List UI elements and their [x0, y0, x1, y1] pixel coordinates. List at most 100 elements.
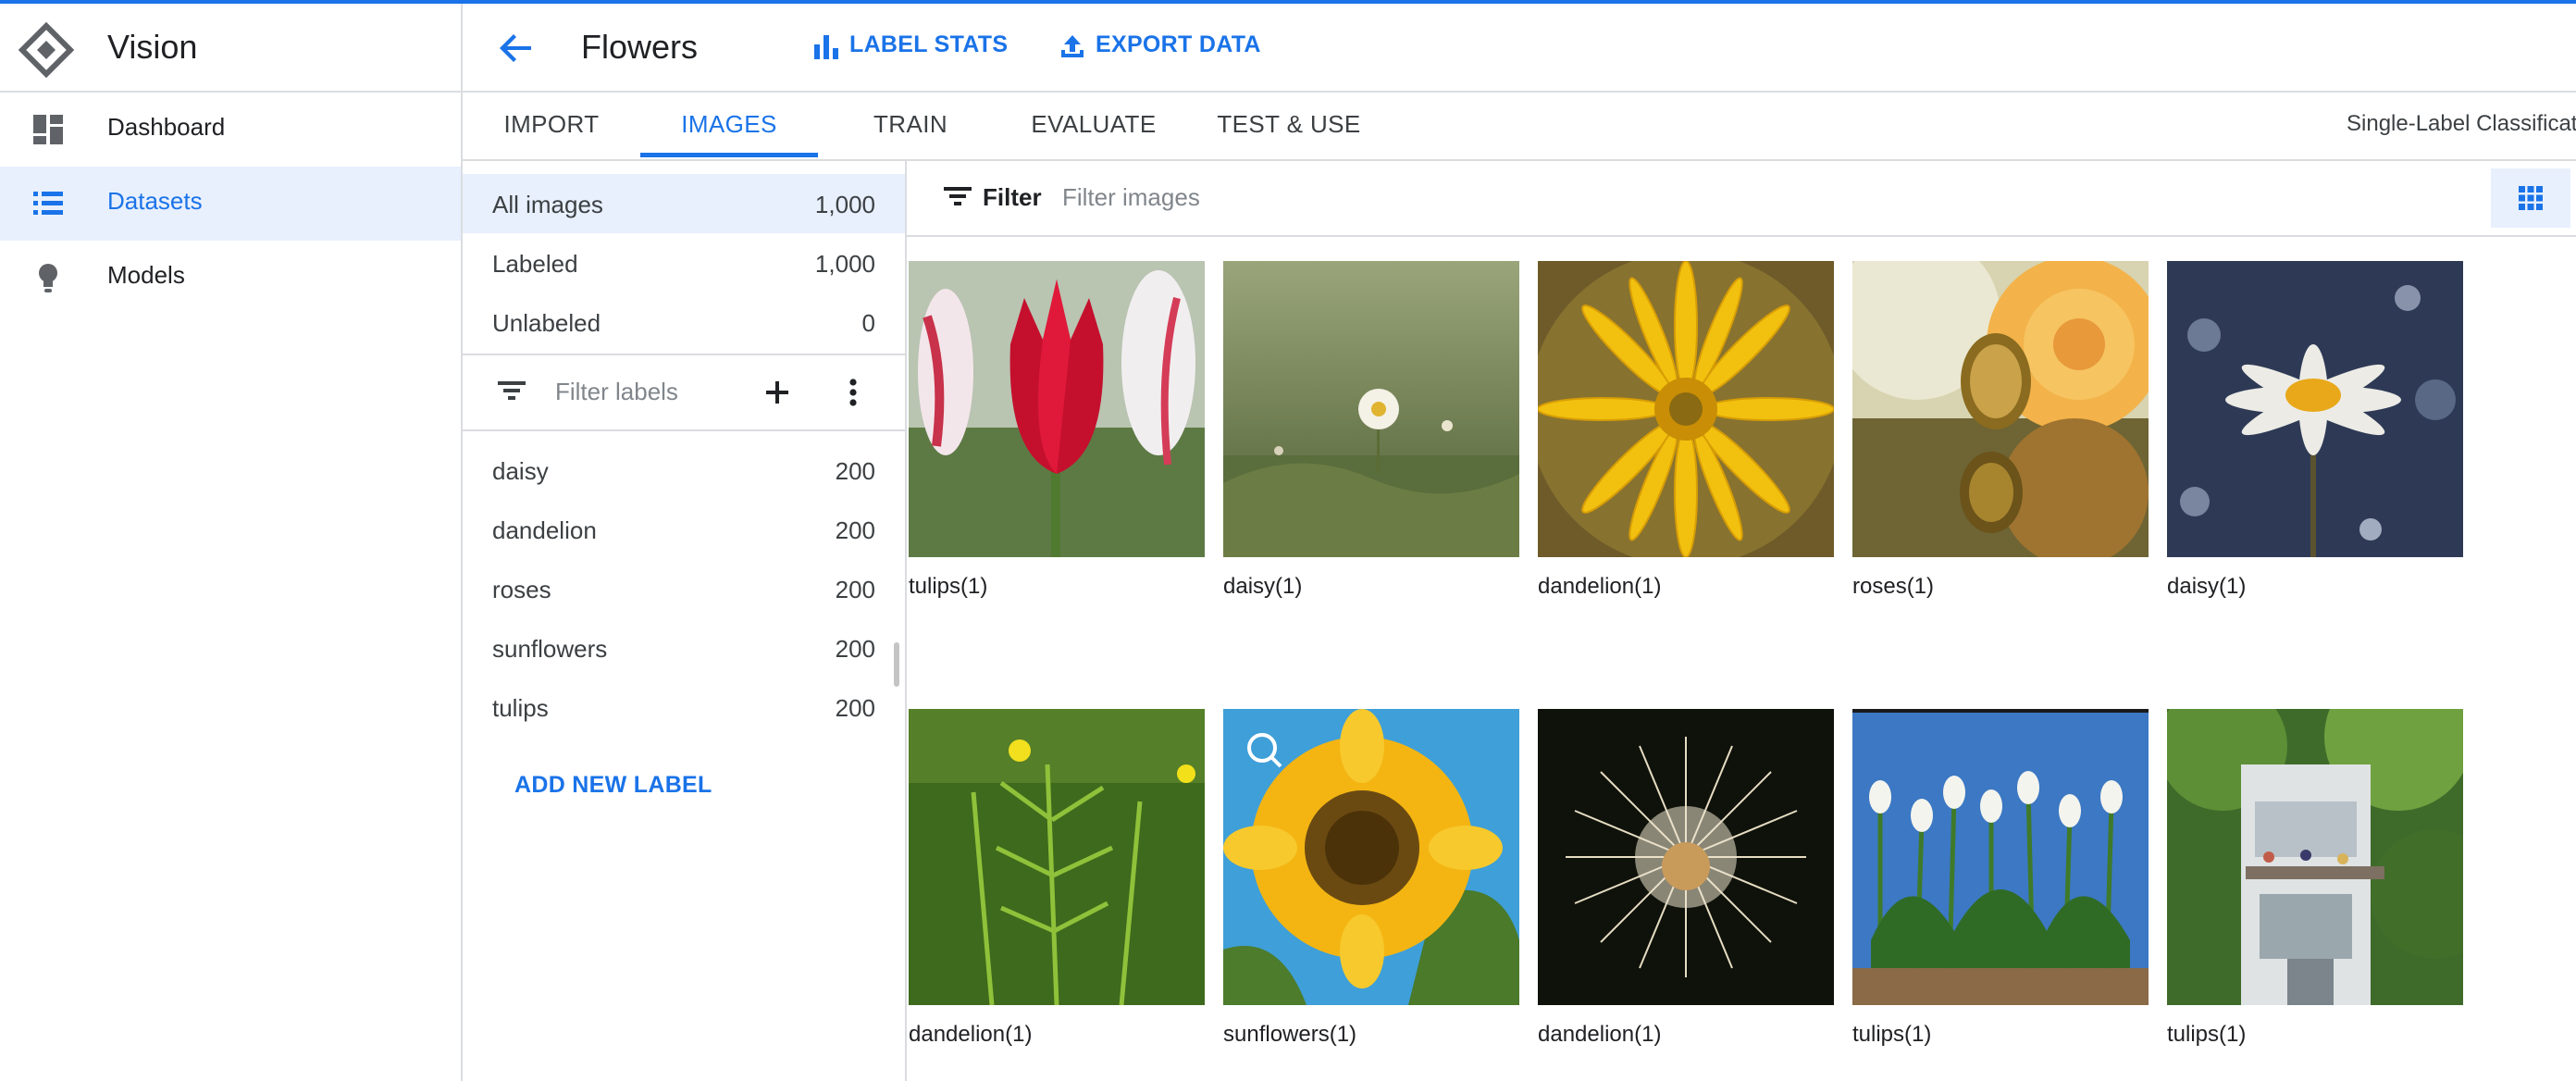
add-icon[interactable]: [761, 376, 794, 409]
image-thumbnail[interactable]: [909, 261, 1205, 557]
image-thumbnail[interactable]: [1223, 709, 1519, 1005]
left-navigation: Vision Dashboard Datasets Models: [0, 4, 463, 1081]
filter-count: 0: [861, 309, 875, 337]
image-thumbnail[interactable]: [1538, 261, 1834, 557]
dandelion-puff-photo: [1538, 709, 1834, 1005]
grid-view-button[interactable]: [2491, 168, 2570, 228]
label-count: 200: [835, 635, 875, 663]
label-name: roses: [492, 576, 551, 603]
image-tile[interactable]: daisy(1): [1223, 261, 1519, 600]
filter-all-images[interactable]: All images 1,000: [463, 174, 905, 233]
filter-labeled[interactable]: Labeled 1,000: [463, 233, 905, 292]
label-stats-label: LABEL STATS: [849, 31, 1009, 57]
image-tile[interactable]: dandelion(1): [1538, 709, 1834, 1048]
filter-count: 1,000: [814, 191, 875, 218]
add-new-label-button[interactable]: ADD NEW LABEL: [514, 772, 712, 799]
filter-panel: All images 1,000 Labeled 1,000 Unlabeled…: [463, 161, 907, 1081]
image-tile[interactable]: tulips(1): [1852, 709, 2149, 1048]
label-name: sunflowers: [492, 635, 608, 663]
label-item-dandelion[interactable]: dandelion 200: [463, 500, 905, 559]
back-arrow-icon[interactable]: [496, 28, 537, 68]
app-title: Vision: [107, 28, 198, 66]
yellow-rose-photo: [1852, 261, 2149, 557]
image-caption: sunflowers(1): [1223, 1022, 1357, 1047]
nav-item-datasets[interactable]: Datasets: [0, 167, 461, 241]
dataset-header: Flowers LABEL STATS EXPORT DATA: [463, 4, 2576, 93]
image-tile[interactable]: roses(1): [1852, 261, 2149, 600]
filter-label: All images: [492, 191, 603, 218]
garden-building-photo: [2167, 709, 2463, 1005]
image-caption: daisy(1): [2167, 574, 2247, 599]
label-item-daisy[interactable]: daisy 200: [463, 441, 905, 500]
filter-unlabeled[interactable]: Unlabeled 0: [463, 292, 905, 352]
image-thumbnail[interactable]: [1538, 709, 1834, 1005]
image-caption: tulips(1): [1852, 1022, 1932, 1047]
label-item-tulips[interactable]: tulips 200: [463, 677, 905, 737]
red-tulip-photo: [909, 261, 1205, 557]
filter-images-input[interactable]: Filter images: [1062, 183, 1200, 212]
upload-icon: [1061, 35, 1084, 57]
image-thumbnail[interactable]: [2167, 261, 2463, 557]
image-tile[interactable]: dandelion(1): [909, 709, 1205, 1048]
label-filter-bar: Filter labels: [463, 355, 905, 429]
label-count: 200: [835, 457, 875, 485]
list-icon: [33, 192, 63, 215]
sunflower-photo: [1223, 709, 1519, 1005]
daisy-field-photo: [1223, 261, 1519, 557]
nav-label: Dashboard: [107, 113, 226, 141]
image-tile[interactable]: tulips(1): [909, 261, 1205, 600]
image-caption: dandelion(1): [1538, 1022, 1662, 1047]
image-tile[interactable]: sunflowers(1): [1223, 709, 1519, 1048]
label-item-sunflowers[interactable]: sunflowers 200: [463, 618, 905, 677]
image-tile[interactable]: dandelion(1): [1538, 261, 1834, 600]
green-stems-photo: [909, 709, 1205, 1005]
label-name: tulips: [492, 694, 549, 722]
daisy-bokeh-photo: [2167, 261, 2463, 557]
more-vert-icon[interactable]: [844, 376, 862, 409]
divider: [463, 429, 905, 431]
filter-label: Unlabeled: [492, 309, 601, 337]
image-caption: roses(1): [1852, 574, 1935, 599]
image-thumbnail[interactable]: [1223, 261, 1519, 557]
image-tile[interactable]: tulips(1): [2167, 709, 2463, 1048]
image-caption: daisy(1): [1223, 574, 1303, 599]
image-filter-bar: Filter Filter images: [907, 161, 2576, 237]
image-caption: tulips(1): [909, 574, 988, 599]
bar-chart-icon: [814, 35, 838, 59]
filter-label: Labeled: [492, 250, 578, 278]
brand-header: Vision: [0, 4, 461, 93]
tab-evaluate[interactable]: EVALUATE: [1003, 91, 1184, 157]
image-thumbnail[interactable]: [909, 709, 1205, 1005]
export-data-label: EXPORT DATA: [1096, 31, 1261, 57]
label-count: 200: [835, 694, 875, 722]
label-count: 200: [835, 516, 875, 544]
nav-item-models[interactable]: Models: [0, 241, 461, 315]
image-thumbnail[interactable]: [1852, 261, 2149, 557]
tab-images[interactable]: IMAGES: [640, 91, 818, 157]
filter-icon: [498, 381, 526, 400]
nav-label: Datasets: [107, 187, 203, 215]
tab-bar: IMPORT IMAGES TRAIN EVALUATE TEST & USE …: [463, 91, 2576, 161]
image-caption: dandelion(1): [909, 1022, 1033, 1047]
tab-train[interactable]: TRAIN: [846, 91, 975, 157]
label-list-scrollbar[interactable]: [894, 642, 899, 687]
grid-view-icon: [2519, 186, 2543, 210]
filter-icon: [944, 187, 972, 205]
label-count: 200: [835, 576, 875, 603]
label-item-roses[interactable]: roses 200: [463, 559, 905, 618]
nav-item-dashboard[interactable]: Dashboard: [0, 93, 461, 167]
nav-label: Models: [107, 261, 185, 289]
white-tulips-photo: [1852, 709, 2149, 1005]
tab-import[interactable]: IMPORT: [490, 91, 613, 157]
filter-label[interactable]: Filter: [983, 183, 1042, 212]
filter-count: 1,000: [814, 250, 875, 278]
dashboard-icon: [33, 115, 63, 144]
image-thumbnail[interactable]: [1852, 709, 2149, 1005]
filter-labels-input[interactable]: Filter labels: [555, 378, 678, 406]
image-caption: tulips(1): [2167, 1022, 2247, 1047]
image-tile[interactable]: daisy(1): [2167, 261, 2463, 600]
image-thumbnail[interactable]: [2167, 709, 2463, 1005]
tab-test-and-use[interactable]: TEST & USE: [1212, 91, 1366, 157]
vision-logo-icon: [19, 22, 74, 78]
yellow-dandelion-photo: [1538, 261, 1834, 557]
